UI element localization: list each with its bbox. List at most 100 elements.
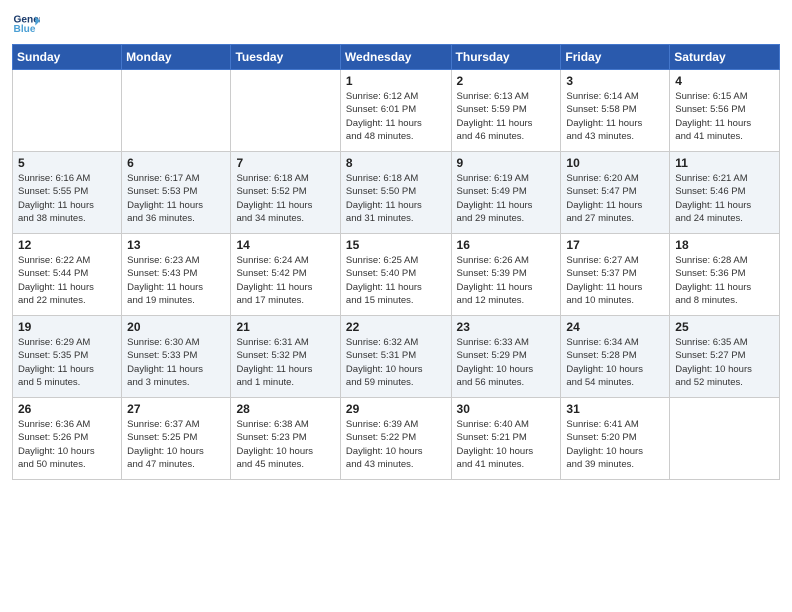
day-cell: 5Sunrise: 6:16 AM Sunset: 5:55 PM Daylig… [13, 152, 122, 234]
calendar-table: SundayMondayTuesdayWednesdayThursdayFrid… [12, 44, 780, 480]
weekday-header-tuesday: Tuesday [231, 45, 340, 70]
day-info: Sunrise: 6:31 AM Sunset: 5:32 PM Dayligh… [236, 336, 334, 389]
logo-icon: General Blue [12, 10, 40, 38]
header-row: General Blue [12, 10, 780, 38]
day-cell: 23Sunrise: 6:33 AM Sunset: 5:29 PM Dayli… [451, 316, 561, 398]
week-row-3: 19 Sunrise: 6:29 AM Sunset: 5:35 PM Dayli… [13, 316, 780, 398]
day-number: 25 [675, 320, 774, 334]
day-info: Sunrise: 6:23 AM Sunset: 5:43 PM Dayligh… [127, 254, 225, 307]
day-info: Sunrise: 6:29 AM Sunset: 5:35 PM Dayligh… [18, 336, 116, 389]
day-number: 28 [236, 402, 334, 416]
day-info: Sunrise: 6:12 AM Sunset: 6:01 PM Dayligh… [346, 90, 446, 143]
day-number: 18 [675, 238, 774, 252]
day-info: Sunrise: 6:25 AM Sunset: 5:40 PM Dayligh… [346, 254, 446, 307]
day-number: 1 [346, 74, 446, 88]
day-number: 7 [236, 156, 334, 170]
day-number: 3 [566, 74, 664, 88]
day-cell: 21 Sunrise: 6:31 AM Sunset: 5:32 PM Dayli… [231, 316, 340, 398]
day-number: 9 [457, 156, 556, 170]
day-cell: 24Sunrise: 6:34 AM Sunset: 5:28 PM Dayli… [561, 316, 670, 398]
day-cell: 15 Sunrise: 6:25 AM Sunset: 5:40 PM Dayli… [340, 234, 451, 316]
day-cell [13, 70, 122, 152]
day-number: 16 [457, 238, 556, 252]
day-cell: 8 Sunrise: 6:18 AM Sunset: 5:50 PM Daylig… [340, 152, 451, 234]
day-number: 30 [457, 402, 556, 416]
day-cell: 30 Sunrise: 6:40 AM Sunset: 5:21 PM Dayli… [451, 398, 561, 480]
day-number: 27 [127, 402, 225, 416]
day-cell: 20Sunrise: 6:30 AM Sunset: 5:33 PM Dayli… [122, 316, 231, 398]
weekday-header-sunday: Sunday [13, 45, 122, 70]
day-number: 21 [236, 320, 334, 334]
weekday-header-monday: Monday [122, 45, 231, 70]
main-container: General Blue SundayMondayTuesdayWednesda… [0, 0, 792, 488]
day-cell [670, 398, 780, 480]
day-cell: 29Sunrise: 6:39 AM Sunset: 5:22 PM Dayli… [340, 398, 451, 480]
day-cell: 14Sunrise: 6:24 AM Sunset: 5:42 PM Dayli… [231, 234, 340, 316]
day-number: 15 [346, 238, 446, 252]
day-cell: 12 Sunrise: 6:22 AM Sunset: 5:44 PM Dayli… [13, 234, 122, 316]
day-number: 2 [457, 74, 556, 88]
day-cell: 31 Sunrise: 6:41 AM Sunset: 5:20 PM Dayli… [561, 398, 670, 480]
day-cell: 22 Sunrise: 6:32 AM Sunset: 5:31 PM Dayli… [340, 316, 451, 398]
day-info: Sunrise: 6:36 AM Sunset: 5:26 PM Dayligh… [18, 418, 116, 471]
day-cell: 26 Sunrise: 6:36 AM Sunset: 5:26 PM Dayli… [13, 398, 122, 480]
day-cell: 13 Sunrise: 6:23 AM Sunset: 5:43 PM Dayli… [122, 234, 231, 316]
day-number: 24 [566, 320, 664, 334]
day-info: Sunrise: 6:14 AM Sunset: 5:58 PM Dayligh… [566, 90, 664, 143]
day-info: Sunrise: 6:22 AM Sunset: 5:44 PM Dayligh… [18, 254, 116, 307]
day-info: Sunrise: 6:27 AM Sunset: 5:37 PM Dayligh… [566, 254, 664, 307]
day-info: Sunrise: 6:28 AM Sunset: 5:36 PM Dayligh… [675, 254, 774, 307]
day-info: Sunrise: 6:26 AM Sunset: 5:39 PM Dayligh… [457, 254, 556, 307]
day-cell: 9 Sunrise: 6:19 AM Sunset: 5:49 PM Daylig… [451, 152, 561, 234]
day-info: Sunrise: 6:24 AM Sunset: 5:42 PM Dayligh… [236, 254, 334, 307]
day-cell: 7 Sunrise: 6:18 AM Sunset: 5:52 PM Daylig… [231, 152, 340, 234]
day-cell: 17Sunrise: 6:27 AM Sunset: 5:37 PM Dayli… [561, 234, 670, 316]
day-info: Sunrise: 6:40 AM Sunset: 5:21 PM Dayligh… [457, 418, 556, 471]
weekday-header-thursday: Thursday [451, 45, 561, 70]
day-number: 26 [18, 402, 116, 416]
day-number: 8 [346, 156, 446, 170]
week-row-4: 26 Sunrise: 6:36 AM Sunset: 5:26 PM Dayli… [13, 398, 780, 480]
day-number: 6 [127, 156, 225, 170]
day-cell: 1 Sunrise: 6:12 AM Sunset: 6:01 PM Daylig… [340, 70, 451, 152]
day-cell: 3 Sunrise: 6:14 AM Sunset: 5:58 PM Daylig… [561, 70, 670, 152]
day-info: Sunrise: 6:32 AM Sunset: 5:31 PM Dayligh… [346, 336, 446, 389]
day-info: Sunrise: 6:30 AM Sunset: 5:33 PM Dayligh… [127, 336, 225, 389]
svg-text:Blue: Blue [14, 24, 36, 35]
day-info: Sunrise: 6:13 AM Sunset: 5:59 PM Dayligh… [457, 90, 556, 143]
day-number: 31 [566, 402, 664, 416]
day-cell: 2 Sunrise: 6:13 AM Sunset: 5:59 PM Daylig… [451, 70, 561, 152]
day-info: Sunrise: 6:18 AM Sunset: 5:50 PM Dayligh… [346, 172, 446, 225]
day-number: 19 [18, 320, 116, 334]
day-info: Sunrise: 6:20 AM Sunset: 5:47 PM Dayligh… [566, 172, 664, 225]
day-number: 13 [127, 238, 225, 252]
day-number: 22 [346, 320, 446, 334]
weekday-header-wednesday: Wednesday [340, 45, 451, 70]
day-cell: 6 Sunrise: 6:17 AM Sunset: 5:53 PM Daylig… [122, 152, 231, 234]
day-cell: 4Sunrise: 6:15 AM Sunset: 5:56 PM Daylig… [670, 70, 780, 152]
day-number: 10 [566, 156, 664, 170]
day-info: Sunrise: 6:38 AM Sunset: 5:23 PM Dayligh… [236, 418, 334, 471]
weekday-header-row: SundayMondayTuesdayWednesdayThursdayFrid… [13, 45, 780, 70]
day-info: Sunrise: 6:35 AM Sunset: 5:27 PM Dayligh… [675, 336, 774, 389]
day-info: Sunrise: 6:37 AM Sunset: 5:25 PM Dayligh… [127, 418, 225, 471]
day-number: 12 [18, 238, 116, 252]
day-number: 23 [457, 320, 556, 334]
day-cell [231, 70, 340, 152]
week-row-2: 12 Sunrise: 6:22 AM Sunset: 5:44 PM Dayli… [13, 234, 780, 316]
day-info: Sunrise: 6:41 AM Sunset: 5:20 PM Dayligh… [566, 418, 664, 471]
day-cell [122, 70, 231, 152]
day-cell: 25 Sunrise: 6:35 AM Sunset: 5:27 PM Dayli… [670, 316, 780, 398]
day-cell: 27 Sunrise: 6:37 AM Sunset: 5:25 PM Dayli… [122, 398, 231, 480]
day-info: Sunrise: 6:19 AM Sunset: 5:49 PM Dayligh… [457, 172, 556, 225]
day-info: Sunrise: 6:18 AM Sunset: 5:52 PM Dayligh… [236, 172, 334, 225]
day-info: Sunrise: 6:21 AM Sunset: 5:46 PM Dayligh… [675, 172, 774, 225]
day-number: 5 [18, 156, 116, 170]
day-number: 11 [675, 156, 774, 170]
day-info: Sunrise: 6:17 AM Sunset: 5:53 PM Dayligh… [127, 172, 225, 225]
logo: General Blue [12, 10, 40, 38]
day-info: Sunrise: 6:39 AM Sunset: 5:22 PM Dayligh… [346, 418, 446, 471]
day-cell: 10 Sunrise: 6:20 AM Sunset: 5:47 PM Dayli… [561, 152, 670, 234]
day-cell: 19 Sunrise: 6:29 AM Sunset: 5:35 PM Dayli… [13, 316, 122, 398]
weekday-header-saturday: Saturday [670, 45, 780, 70]
